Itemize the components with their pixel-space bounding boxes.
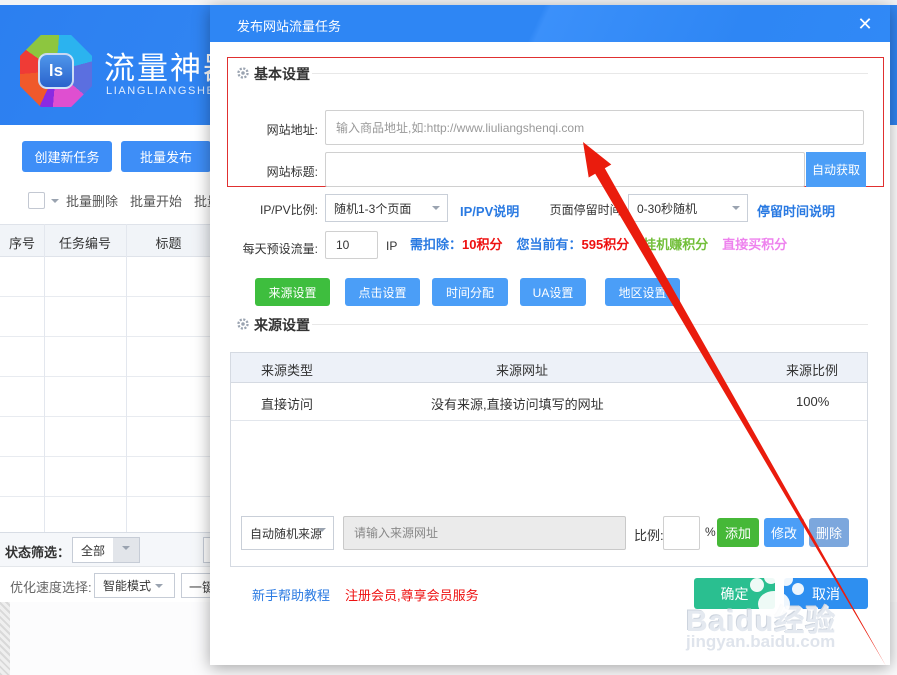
task-table-body bbox=[0, 257, 211, 532]
select-all-checkbox[interactable] bbox=[28, 192, 45, 209]
speed-mode-select[interactable]: 智能模式 bbox=[94, 573, 175, 598]
earn-points-link[interactable]: 挂机赚积分 bbox=[643, 234, 708, 254]
source-row-url: 没有来源,直接访问填写的网址 bbox=[431, 394, 604, 413]
ratio-label: 比例: bbox=[634, 525, 664, 544]
source-col-ratio: 来源比例 bbox=[786, 360, 838, 379]
site-title-label: 网站标题: bbox=[210, 163, 318, 180]
status-filter-value: 全部 bbox=[81, 542, 105, 559]
create-task-button[interactable]: 创建新任务 bbox=[22, 141, 112, 172]
stay-time-label: 页面停留时间: bbox=[465, 201, 625, 218]
batch-delete-link[interactable]: 批量删除 bbox=[66, 191, 118, 210]
table-row bbox=[0, 497, 211, 532]
deduct-info: 需扣除：10积分 bbox=[410, 234, 502, 254]
points-info-row: 需扣除：10积分 您当前有：595积分 挂机赚积分 直接买积分 bbox=[410, 234, 787, 254]
status-filter-bar: 状态筛选： 全部 bbox=[0, 532, 211, 566]
add-source-button[interactable]: 添加 bbox=[717, 518, 759, 547]
daily-traffic-unit: IP bbox=[386, 239, 397, 253]
source-section-title: 来源设置 bbox=[254, 315, 310, 335]
chevron-down-icon[interactable] bbox=[51, 199, 59, 207]
source-col-type: 来源类型 bbox=[261, 360, 313, 379]
dialog-titlebar: 发布网站流量任务 ✕ bbox=[210, 5, 890, 42]
site-url-input[interactable] bbox=[325, 110, 864, 145]
tab-time-allocation[interactable]: 时间分配 bbox=[432, 278, 508, 306]
gear-icon bbox=[236, 66, 250, 80]
source-row-ratio: 100% bbox=[796, 394, 829, 409]
close-icon[interactable]: ✕ bbox=[853, 12, 877, 36]
speed-mode-value: 智能模式 bbox=[103, 577, 151, 594]
delete-source-button[interactable]: 删除 bbox=[809, 518, 849, 547]
batch-publish-button[interactable]: 批量发布 bbox=[121, 141, 211, 172]
table-divider bbox=[44, 224, 45, 532]
chevron-down-icon bbox=[155, 584, 163, 592]
table-row bbox=[0, 257, 211, 297]
col-title: 标题 bbox=[126, 233, 211, 252]
auto-fetch-button[interactable]: 自动获取 bbox=[806, 152, 866, 187]
gear-icon bbox=[236, 317, 250, 331]
table-row bbox=[0, 337, 211, 377]
basic-section-title: 基本设置 bbox=[254, 64, 310, 84]
register-member-link[interactable]: 注册会员,尊享会员服务 bbox=[345, 585, 479, 604]
stay-help-link[interactable]: 停留时间说明 bbox=[757, 201, 835, 220]
table-row bbox=[0, 377, 211, 417]
modify-source-button[interactable]: 修改 bbox=[764, 518, 804, 547]
percent-sign: % bbox=[705, 525, 716, 539]
col-task-id: 任务编号 bbox=[44, 233, 126, 252]
source-table-panel: 来源类型 来源网址 来源比例 直接访问 没有来源,直接访问填写的网址 100% … bbox=[230, 352, 868, 567]
screen: ls 流量神器 LIANGLIANGSHENQI 创建新任务 批量发布 批量删除… bbox=[0, 0, 897, 675]
chevron-down-icon bbox=[113, 538, 139, 562]
chevron-down-icon bbox=[732, 206, 740, 214]
task-table-header: 序号 任务编号 标题 bbox=[0, 224, 211, 257]
section-divider bbox=[312, 73, 868, 74]
ippv-ratio-select[interactable]: 随机1-3个页面 bbox=[325, 194, 448, 222]
ippv-ratio-label: IP/PV比例: bbox=[210, 201, 318, 218]
col-serial: 序号 bbox=[0, 233, 44, 252]
tab-region-settings[interactable]: 地区设置 bbox=[605, 278, 680, 306]
tab-source-settings[interactable]: 来源设置 bbox=[255, 278, 330, 306]
stay-time-value: 0-30秒随机 bbox=[637, 200, 697, 217]
batch-partial-link[interactable]: 批量 bbox=[194, 191, 211, 210]
one-key-button-clipped[interactable]: 一键 bbox=[181, 573, 211, 598]
chevron-down-icon bbox=[432, 206, 440, 214]
status-filter-label: 状态筛选： bbox=[5, 542, 70, 561]
source-row-type: 直接访问 bbox=[261, 394, 313, 413]
source-url-input[interactable] bbox=[343, 516, 626, 550]
table-divider bbox=[126, 224, 127, 532]
tab-ua-settings[interactable]: UA设置 bbox=[520, 278, 586, 306]
cancel-button[interactable]: 取消 bbox=[784, 578, 868, 609]
source-table-header: 来源类型 来源网址 来源比例 bbox=[231, 353, 867, 383]
stay-time-select[interactable]: 0-30秒随机 bbox=[628, 194, 748, 222]
source-col-url: 来源网址 bbox=[496, 360, 548, 379]
daily-traffic-input[interactable] bbox=[325, 231, 378, 259]
confirm-button[interactable]: 确定 bbox=[694, 578, 775, 609]
speed-select-label: 优化速度选择: bbox=[10, 577, 92, 596]
ippv-ratio-value: 随机1-3个页面 bbox=[334, 200, 411, 217]
batch-toolbar: 批量删除 批量开始 批量 bbox=[0, 188, 211, 222]
table-row bbox=[0, 417, 211, 457]
app-logo-monogram: ls bbox=[38, 53, 74, 89]
source-type-value: 自动随机来源 bbox=[250, 525, 322, 542]
balance-info: 您当前有：595积分 bbox=[516, 234, 629, 254]
publish-task-dialog: 发布网站流量任务 ✕ 基本设置 网站地址: 网站标题: 自动获取 IP/PV比例… bbox=[210, 5, 890, 665]
site-url-label: 网站地址: bbox=[210, 121, 318, 138]
buy-points-link[interactable]: 直接买积分 bbox=[722, 234, 787, 254]
ratio-input[interactable] bbox=[663, 516, 700, 550]
source-type-select[interactable]: 自动随机来源 bbox=[241, 516, 334, 550]
dialog-title: 发布网站流量任务 bbox=[237, 16, 341, 35]
table-row bbox=[0, 457, 211, 497]
source-table-row: 直接访问 没有来源,直接访问填写的网址 100% bbox=[231, 383, 867, 421]
site-title-input[interactable] bbox=[325, 152, 805, 187]
chevron-down-icon bbox=[318, 528, 326, 536]
status-filter-select[interactable]: 全部 bbox=[72, 537, 140, 563]
desktop-texture bbox=[0, 602, 10, 675]
speed-select-bar: 优化速度选择: 智能模式 一键 bbox=[0, 566, 211, 602]
table-row bbox=[0, 297, 211, 337]
tab-click-settings[interactable]: 点击设置 bbox=[345, 278, 420, 306]
section-divider bbox=[312, 324, 868, 325]
batch-start-link[interactable]: 批量开始 bbox=[130, 191, 182, 210]
daily-traffic-label: 每天预设流量: bbox=[210, 240, 318, 257]
beginner-help-link[interactable]: 新手帮助教程 bbox=[252, 585, 330, 604]
